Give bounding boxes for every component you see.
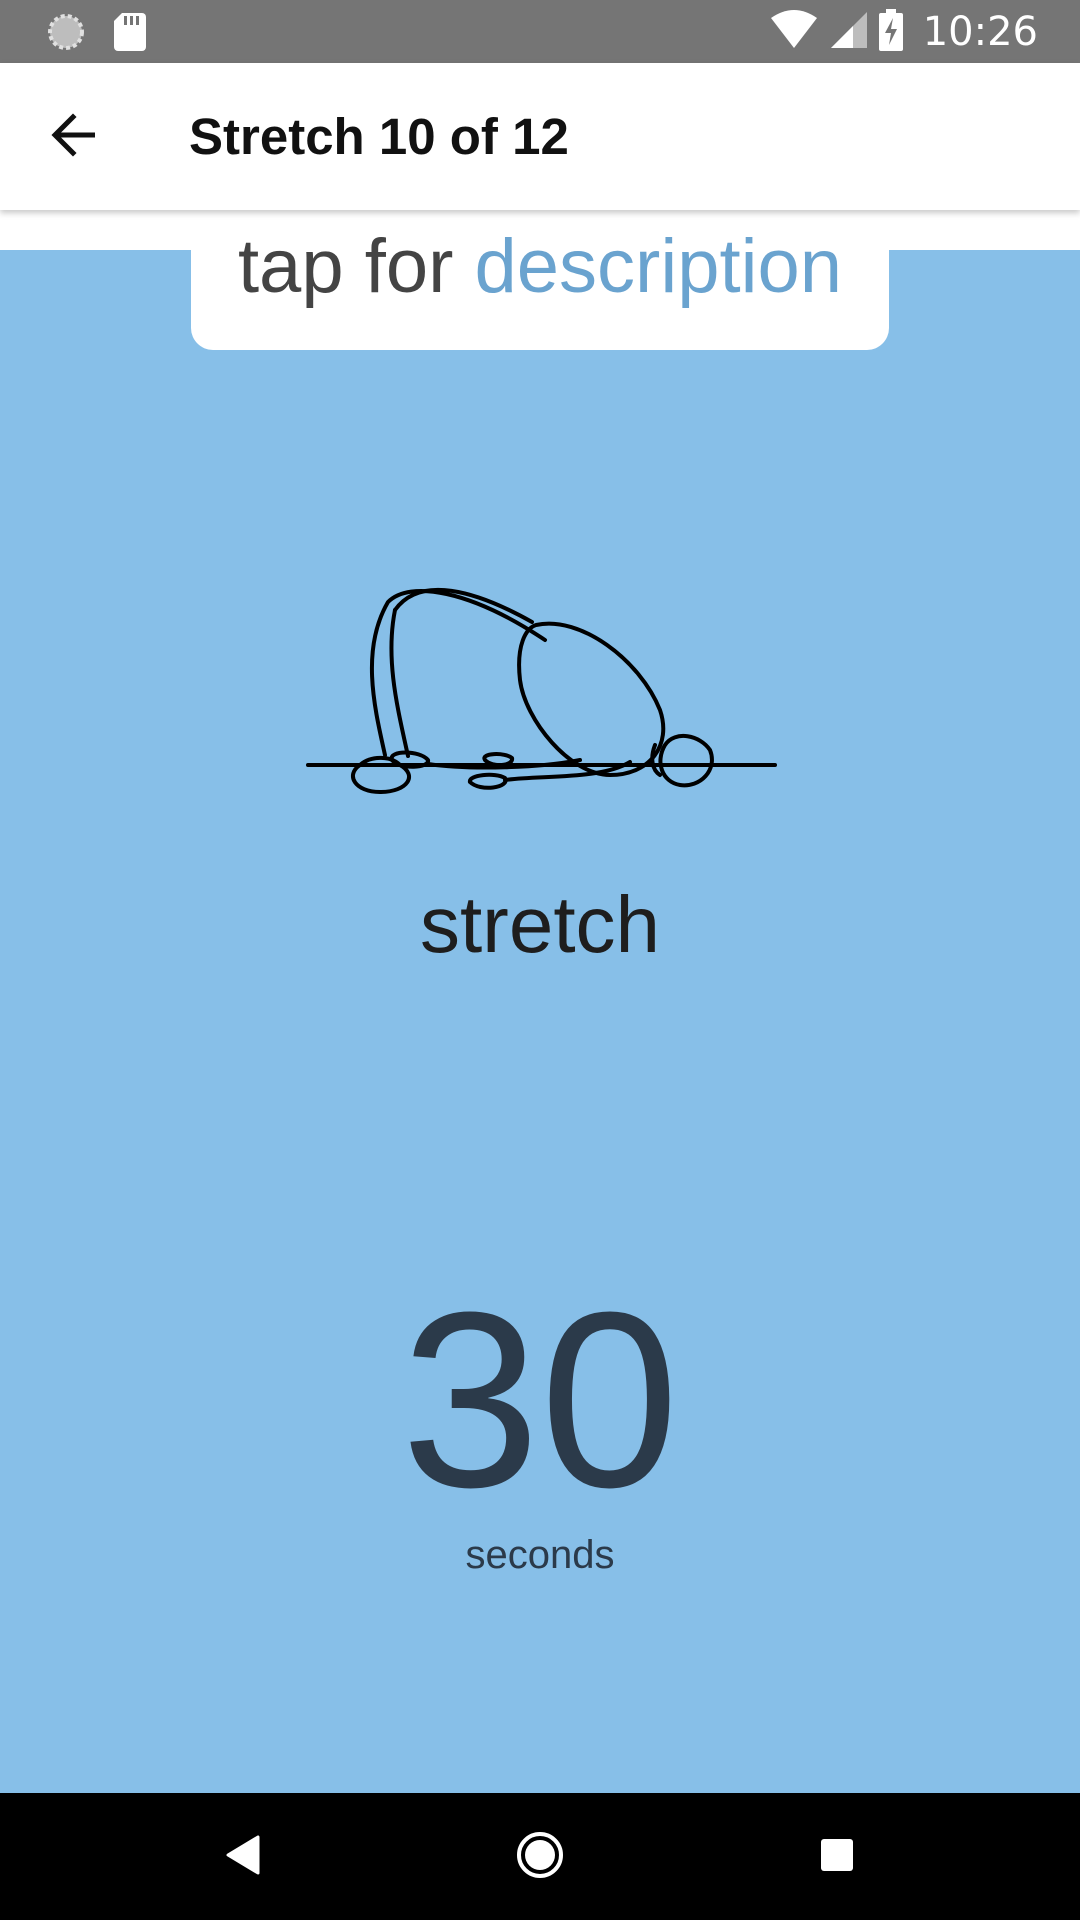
app-bar: Stretch 10 of 12 <box>0 63 1080 210</box>
description-link: description <box>474 224 843 309</box>
wifi-icon <box>770 10 817 54</box>
nav-recents-icon <box>819 1837 855 1877</box>
nav-back-icon <box>222 1833 262 1881</box>
sync-icon <box>46 12 86 56</box>
status-left-icons <box>46 12 146 56</box>
status-time: 10:26 <box>922 9 1038 55</box>
battery-charging-icon <box>878 9 903 55</box>
description-prefix: tap for <box>237 224 475 309</box>
status-bar: 10:26 <box>0 0 1080 63</box>
nav-bar <box>0 1793 1080 1920</box>
signal-icon <box>829 10 867 54</box>
exercise-name: stretch <box>419 880 661 969</box>
page-title: Stretch 10 of 12 <box>189 108 569 165</box>
status-right-icons: 10:26 <box>770 8 1038 56</box>
description-text: tap for description <box>238 227 842 307</box>
nav-recents-button[interactable] <box>801 1821 873 1893</box>
stretch-figure-icon <box>300 570 780 810</box>
arrow-back-icon <box>49 112 99 161</box>
nav-back-button[interactable] <box>206 1821 278 1893</box>
back-button[interactable] <box>36 99 111 174</box>
timer-value: 30 <box>400 1260 680 1539</box>
timer-unit: seconds <box>465 1533 615 1577</box>
sd-card-icon <box>114 13 146 55</box>
nav-home-icon <box>515 1830 565 1884</box>
nav-home-button[interactable] <box>504 1821 576 1893</box>
description-button[interactable]: tap for description <box>191 210 889 350</box>
